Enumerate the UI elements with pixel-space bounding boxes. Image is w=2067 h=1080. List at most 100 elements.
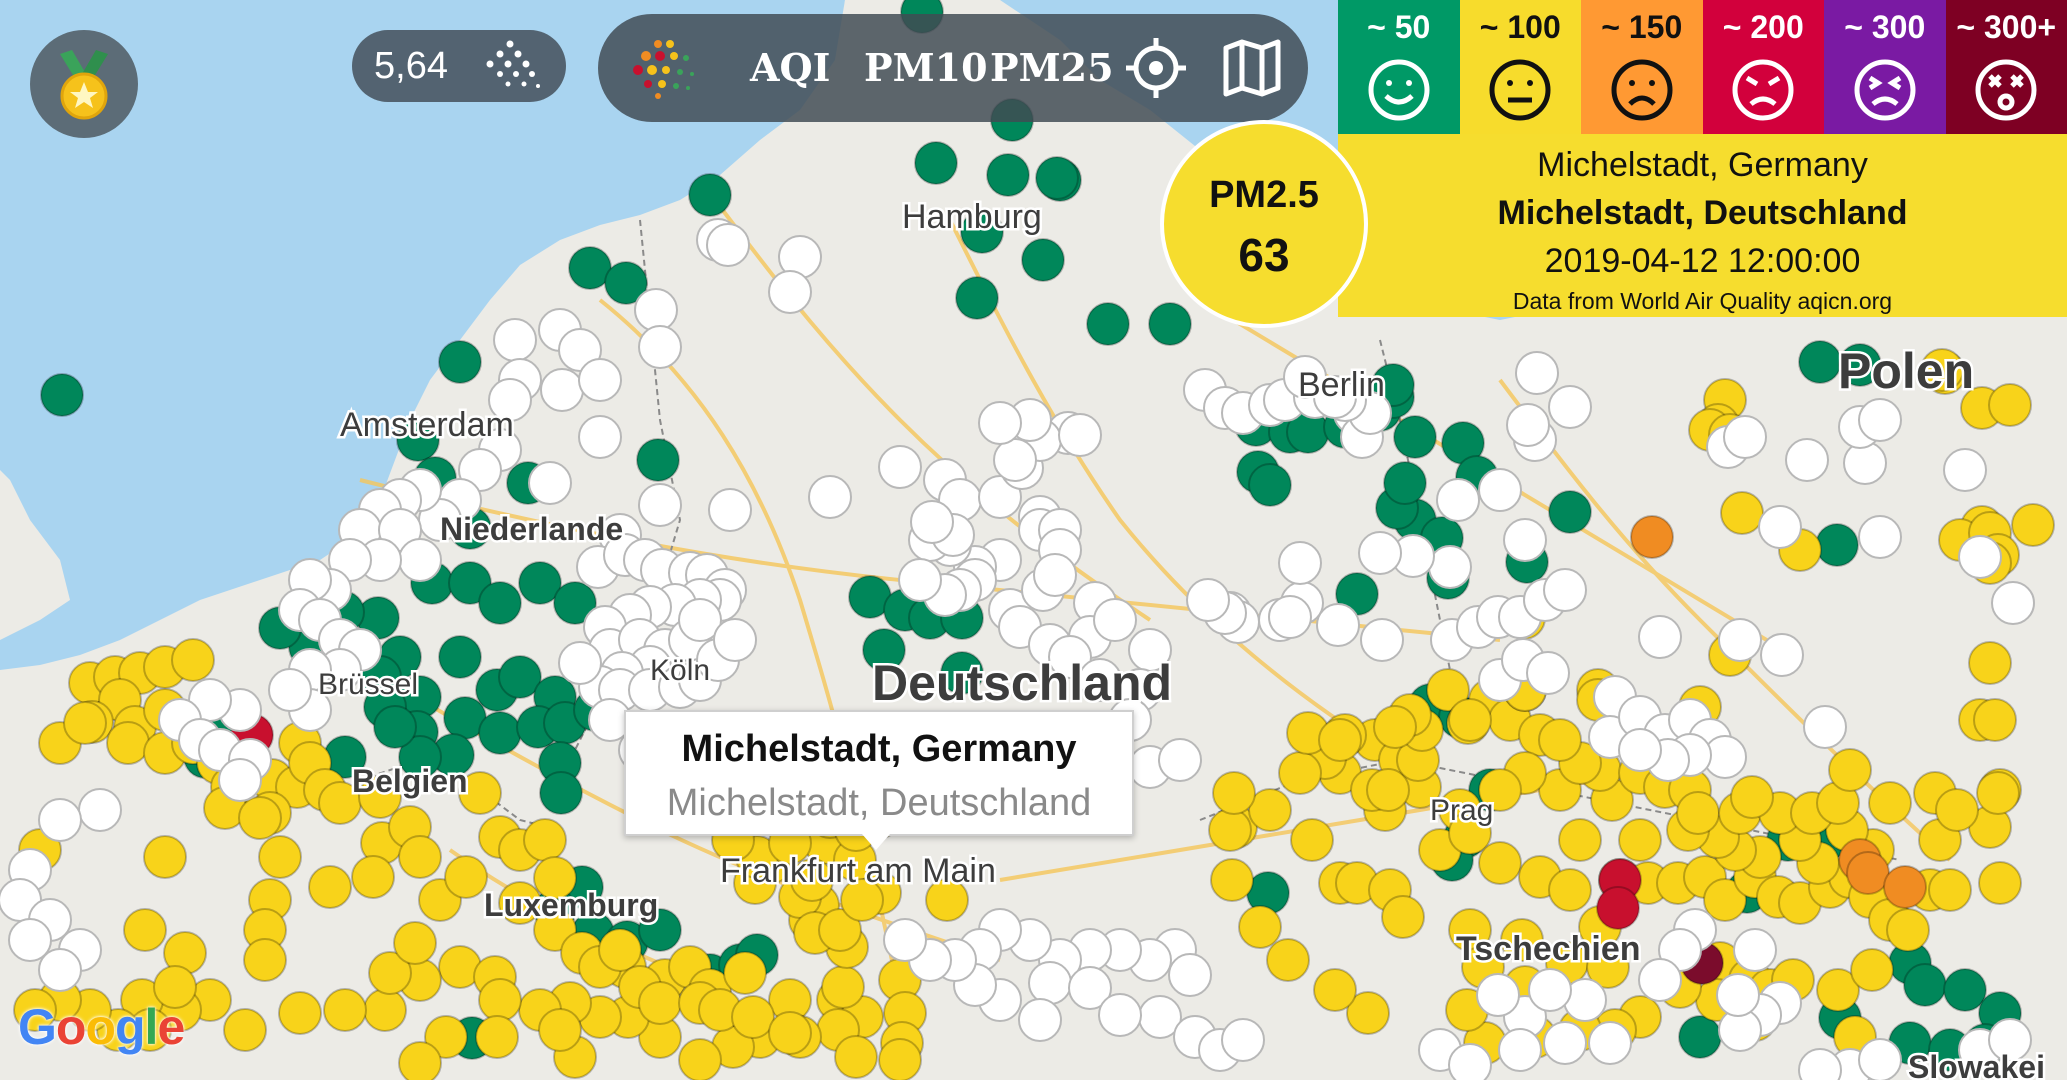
station-marker-moderate[interactable] (723, 951, 767, 995)
station-marker-no-data[interactable] (1588, 1021, 1632, 1065)
station-marker-no-data[interactable] (493, 318, 537, 362)
station-marker-moderate[interactable] (1886, 908, 1930, 952)
station-marker-moderate[interactable] (1208, 808, 1252, 852)
station-marker-moderate[interactable] (106, 721, 150, 765)
station-marker-moderate[interactable] (878, 1038, 922, 1080)
station-marker-moderate[interactable] (768, 1011, 812, 1055)
station-marker-no-data[interactable] (1158, 738, 1202, 782)
station-marker-no-data[interactable] (1991, 581, 2035, 625)
station-marker-moderate[interactable] (1676, 791, 1720, 835)
station-marker-no-data[interactable] (1268, 595, 1312, 639)
station-marker-no-data[interactable] (1058, 413, 1102, 457)
station-marker-good[interactable] (1548, 490, 1592, 534)
station-marker-good[interactable] (1798, 340, 1842, 384)
station-marker-moderate[interactable] (323, 988, 367, 1032)
station-marker-no-data[interactable] (1506, 403, 1550, 447)
station-marker-moderate[interactable] (1212, 771, 1256, 815)
station-marker-moderate[interactable] (308, 865, 352, 909)
station-marker-moderate[interactable] (123, 908, 167, 952)
station-marker-no-data[interactable] (1638, 958, 1682, 1002)
station-marker-no-data[interactable] (528, 461, 572, 505)
station-marker-no-data[interactable] (1716, 973, 1760, 1017)
station-marker-moderate[interactable] (1978, 861, 2022, 905)
station-marker-good[interactable] (1086, 302, 1130, 346)
station-marker-moderate[interactable] (238, 796, 282, 840)
station-marker-good[interactable] (40, 373, 84, 417)
station-marker-moderate[interactable] (398, 835, 442, 879)
station-marker-moderate[interactable] (1828, 748, 1872, 792)
station-marker-no-data[interactable] (1503, 518, 1547, 562)
station-marker-no-data[interactable] (1498, 1028, 1542, 1072)
station-marker-moderate[interactable] (731, 995, 775, 1039)
station-marker-good[interactable] (1148, 302, 1192, 346)
station-marker-no-data[interactable] (1785, 438, 1829, 482)
station-marker-no-data[interactable] (1733, 928, 1777, 972)
station-marker-moderate[interactable] (1381, 895, 1425, 939)
station-marker-no-data[interactable] (38, 798, 82, 842)
legend-cell-unhealthy[interactable]: ~ 200 (1702, 0, 1824, 134)
station-popup[interactable]: Michelstadt, Germany Michelstadt, Deutsc… (624, 710, 1134, 836)
station-marker-no-data[interactable] (638, 483, 682, 527)
legend-cell-sensitive[interactable]: ~ 150 (1581, 0, 1703, 134)
station-marker-no-data[interactable] (1526, 651, 1570, 695)
station-marker-no-data[interactable] (1543, 568, 1587, 612)
pm10-button[interactable]: PM10 (864, 36, 988, 100)
station-marker-moderate[interactable] (1538, 718, 1582, 762)
station-marker-moderate[interactable] (278, 991, 322, 1035)
station-marker-moderate[interactable] (398, 1041, 442, 1080)
station-marker-no-data[interactable] (38, 948, 82, 992)
station-marker-no-data[interactable] (1798, 1048, 1842, 1080)
station-marker-moderate[interactable] (1618, 818, 1662, 862)
station-marker-moderate[interactable] (821, 965, 865, 1009)
station-marker-good[interactable] (1815, 523, 1859, 567)
station-marker-moderate[interactable] (834, 1035, 878, 1079)
station-marker-no-data[interactable] (1515, 351, 1559, 395)
crosshair-icon[interactable] (1124, 36, 1188, 100)
station-marker-no-data[interactable] (1476, 973, 1520, 1017)
station-marker-moderate[interactable] (478, 978, 522, 1022)
station-marker-no-data[interactable] (1803, 705, 1847, 749)
station-marker-no-data[interactable] (1033, 553, 1077, 597)
station-marker-moderate[interactable] (678, 1038, 722, 1080)
station-marker-good[interactable] (1021, 238, 1065, 282)
station-marker-sensitive[interactable] (1630, 515, 1674, 559)
station-marker-moderate[interactable] (223, 1008, 267, 1052)
legend-cell-hazardous[interactable]: ~ 300+ (1945, 0, 2067, 134)
station-marker-good[interactable] (438, 340, 482, 384)
station-marker-no-data[interactable] (1028, 961, 1072, 1005)
station-marker-no-data[interactable] (1098, 993, 1142, 1037)
station-marker-moderate[interactable] (1868, 781, 1912, 825)
station-marker-moderate[interactable] (538, 1008, 582, 1052)
station-marker-no-data[interactable] (1186, 578, 1230, 622)
station-marker-no-data[interactable] (1758, 505, 1802, 549)
station-marker-no-data[interactable] (218, 758, 262, 802)
station-marker-moderate[interactable] (1278, 751, 1322, 795)
station-marker-no-data[interactable] (1358, 531, 1402, 575)
legend-cell-good[interactable]: ~ 50 (1338, 0, 1460, 134)
counter-pill[interactable]: 5,64 (352, 30, 566, 102)
station-marker-no-data[interactable] (1360, 618, 1404, 662)
station-marker-no-data[interactable] (1723, 415, 1767, 459)
station-marker-good[interactable] (539, 771, 583, 815)
station-marker-good[interactable] (955, 276, 999, 320)
station-marker-no-data[interactable] (1548, 385, 1592, 429)
station-marker-moderate[interactable] (1730, 775, 1774, 819)
station-marker-moderate[interactable] (63, 701, 107, 745)
station-marker-no-data[interactable] (398, 538, 442, 582)
station-marker-no-data[interactable] (1448, 1043, 1492, 1080)
station-marker-no-data[interactable] (713, 618, 757, 662)
station-marker-no-data[interactable] (558, 641, 602, 685)
station-info-panel[interactable]: Michelstadt, Germany Michelstadt, Deutsc… (1338, 134, 2067, 317)
station-marker-good[interactable] (373, 705, 417, 749)
station-marker-no-data[interactable] (1278, 541, 1322, 585)
station-marker-good[interactable] (1035, 156, 1079, 200)
station-marker-no-data[interactable] (1543, 1021, 1587, 1065)
station-marker-no-data[interactable] (1760, 633, 1804, 677)
station-marker-no-data[interactable] (910, 500, 954, 544)
station-marker-moderate[interactable] (351, 855, 395, 899)
station-marker-moderate[interactable] (1935, 788, 1979, 832)
station-marker-no-data[interactable] (1168, 953, 1212, 997)
station-marker-no-data[interactable] (578, 358, 622, 402)
station-marker-good[interactable] (438, 635, 482, 679)
medal-button[interactable] (30, 30, 138, 138)
